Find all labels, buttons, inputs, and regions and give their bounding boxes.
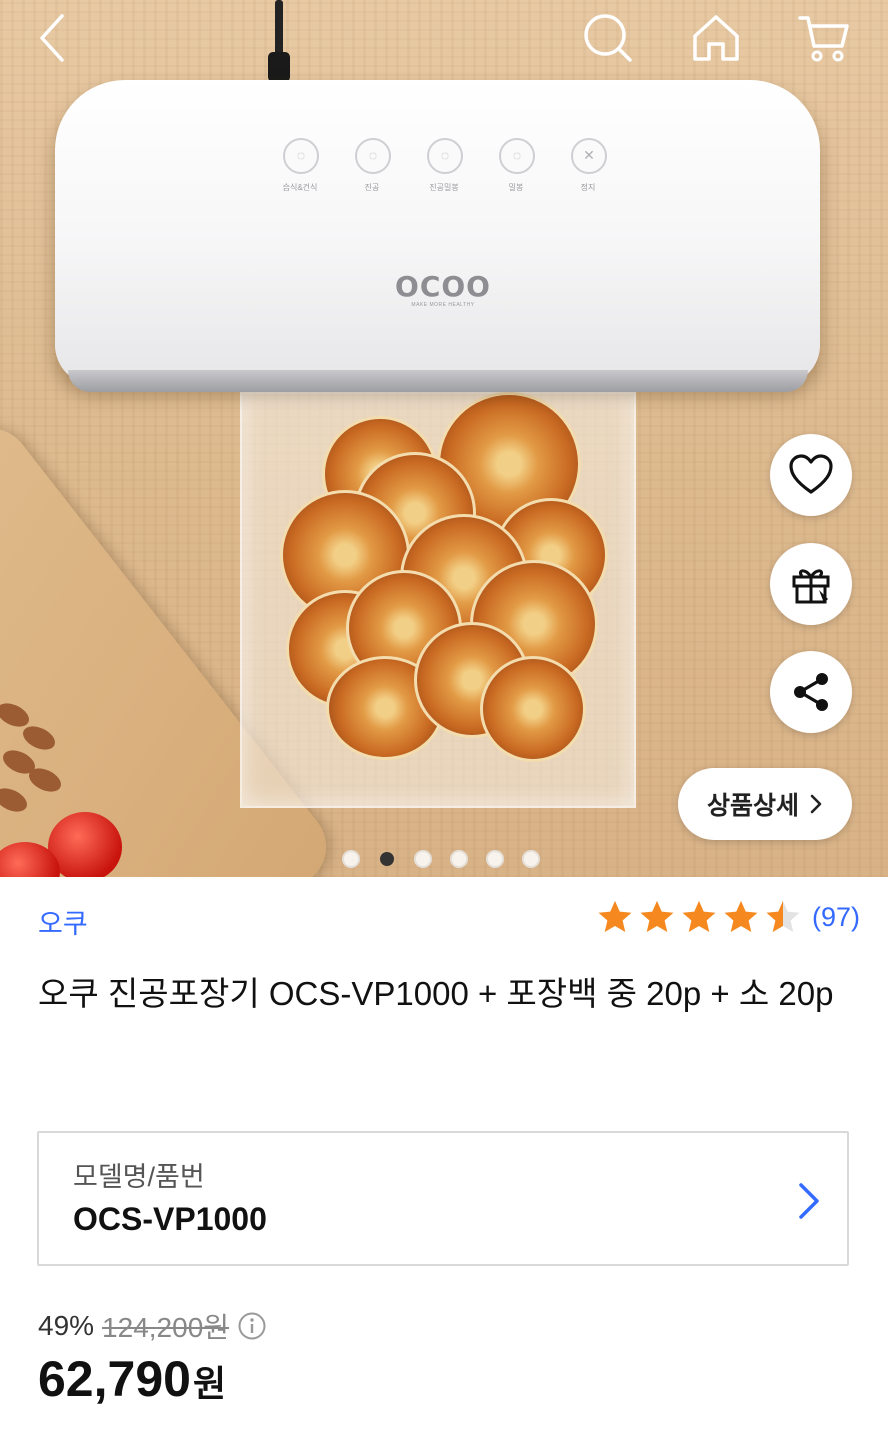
back-button[interactable]: [26, 10, 82, 66]
cart-button[interactable]: [796, 10, 852, 66]
search-icon: [584, 14, 632, 62]
carousel-dot-active[interactable]: [380, 852, 394, 866]
sealer-base: [68, 370, 808, 392]
rating-summary[interactable]: (97): [596, 898, 860, 936]
gift-button[interactable]: [770, 543, 852, 625]
carousel-dot[interactable]: [522, 850, 540, 868]
carousel-dot[interactable]: [450, 850, 468, 868]
wishlist-button[interactable]: [770, 434, 852, 516]
star-full-icon: [682, 900, 716, 933]
discount-percent: 49%: [38, 1310, 95, 1341]
device-tagline: MAKE MORE HEALTHY: [411, 302, 475, 308]
product-detail-label: 상품상세: [706, 792, 799, 820]
heart-icon: [789, 454, 833, 494]
carousel-dot[interactable]: [342, 850, 360, 868]
price-currency: 원: [192, 1363, 227, 1404]
star-half-icon: [766, 900, 800, 933]
device-button-icon: ◌: [283, 138, 319, 174]
device-button-icon: ✕: [571, 138, 607, 174]
power-cord: [275, 0, 283, 60]
chevron-left-icon: [40, 14, 64, 62]
home-icon: [693, 15, 739, 61]
star-full-icon: [724, 900, 758, 933]
chevron-right-icon: [810, 794, 822, 814]
gift-icon: [792, 569, 830, 604]
power-plug: [268, 52, 290, 82]
discount-row: 49% 124,200원: [38, 1306, 267, 1346]
vacuum-sealer-device: [55, 80, 820, 385]
product-detail-button[interactable]: 상품상세: [678, 768, 852, 840]
sale-price: 62,790 원: [38, 1350, 226, 1408]
home-button[interactable]: [688, 10, 744, 66]
cart-icon: [798, 16, 849, 62]
carousel-dot[interactable]: [486, 850, 504, 868]
device-logo: OCOO: [395, 270, 491, 303]
device-button-label: 습식&건식: [282, 183, 318, 192]
device-button-label: 정지: [580, 183, 596, 192]
model-value: OCS-VP1000: [73, 1201, 267, 1237]
device-button-label: 밀봉: [508, 183, 524, 192]
device-button-icon: ◌: [499, 138, 535, 174]
device-button-icon: ◌: [427, 138, 463, 174]
info-icon[interactable]: [237, 1311, 267, 1341]
model-label: 모델명/품번: [73, 1162, 205, 1192]
review-count[interactable]: (97): [812, 902, 860, 933]
device-button-label: 진공: [364, 183, 380, 192]
star-full-icon: [598, 900, 632, 933]
device-button-label: 진공밀봉: [429, 183, 459, 192]
price-value: 62,790: [38, 1351, 191, 1407]
share-icon: [794, 673, 828, 711]
device-button-icon: ◌: [355, 138, 391, 174]
vacuum-bag: [240, 392, 636, 808]
share-button[interactable]: [770, 651, 852, 733]
chevron-right-icon: [799, 1183, 819, 1219]
original-price: 124,200원: [102, 1312, 230, 1343]
product-image-carousel[interactable]: ◌ ◌ ◌ ◌ ✕ 습식&건식 진공 진공밀봉 밀봉 정지 OCOO MAKE …: [0, 0, 888, 877]
carousel-indicator: [342, 850, 540, 868]
model-number-selector[interactable]: 모델명/품번 OCS-VP1000: [37, 1131, 849, 1266]
search-button[interactable]: [580, 10, 636, 66]
star-full-icon: [640, 900, 674, 933]
brand-link[interactable]: 오쿠: [38, 902, 88, 941]
carousel-dot[interactable]: [414, 850, 432, 868]
product-title: 오쿠 진공포장기 OCS-VP1000 + 포장백 중 20p + 소 20p: [38, 975, 834, 1012]
